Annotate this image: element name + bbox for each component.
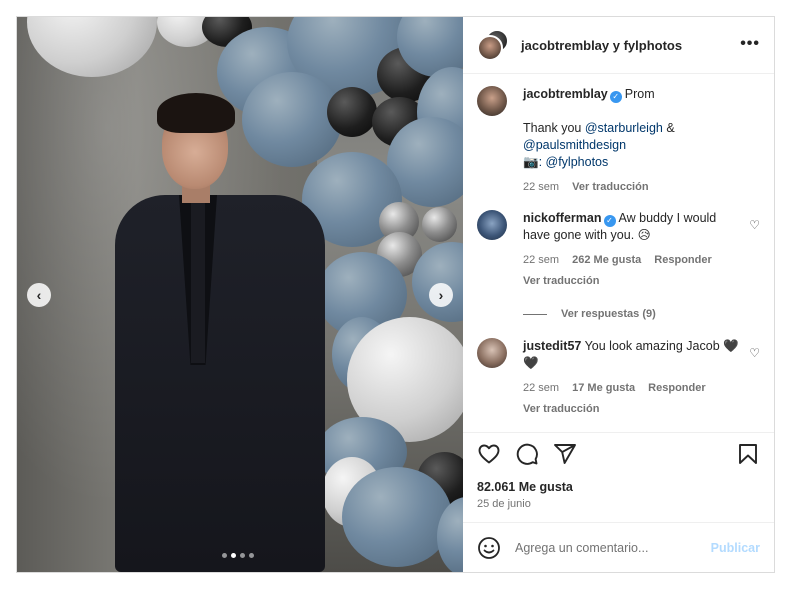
avatar[interactable] (477, 338, 507, 368)
carousel-next-button[interactable]: › (429, 283, 453, 307)
comment-time[interactable]: 22 sem (523, 382, 559, 394)
carousel-dot (249, 553, 254, 558)
post-side-panel: jacobtremblay y fylphotos ••• jacobtremb… (463, 17, 774, 572)
post-card: ‹ › jacobtremblay y fylphotos ••• jacobt… (16, 16, 775, 573)
comment-likes[interactable]: 17 Me gusta (572, 382, 635, 394)
suit (115, 195, 325, 572)
comment-icon[interactable] (515, 442, 539, 466)
heart-icon[interactable] (477, 442, 501, 466)
carousel-dots (222, 553, 254, 558)
comment-username[interactable]: justedit57 (523, 339, 581, 353)
view-replies-button[interactable]: Ver respuestas (9) (523, 308, 760, 320)
chevron-right-icon: › (438, 287, 444, 303)
replies-divider (523, 313, 547, 315)
more-horizontal-icon[interactable]: ••• (740, 35, 760, 53)
caption: jacobtremblay ✓ Prom Thank you @starburlei… (477, 86, 760, 196)
translate-link[interactable]: Ver traducción (523, 273, 743, 290)
comment-like-heart-icon[interactable]: ♡ (749, 346, 760, 360)
tie (191, 203, 205, 363)
carousel-prev-button[interactable]: ‹ (27, 283, 51, 307)
balloon (422, 207, 457, 242)
verified-badge-icon: ✓ (603, 215, 616, 227)
hair (157, 93, 235, 133)
caption-text: Thank you (523, 121, 585, 135)
carousel-dot (222, 553, 227, 558)
reply-button[interactable]: Responder (648, 382, 705, 394)
share-icon[interactable] (553, 442, 577, 466)
avatar (477, 35, 503, 61)
balloon (327, 87, 377, 137)
balloon (342, 467, 452, 567)
comment-input[interactable] (513, 539, 697, 556)
translate-link[interactable]: Ver traducción (572, 181, 648, 193)
caption-text: & (662, 121, 675, 135)
photo-subject (107, 87, 327, 572)
verified-badge-icon: ✓ (609, 91, 622, 103)
avatar[interactable] (477, 210, 507, 240)
translate-link[interactable]: Ver traducción (523, 401, 743, 418)
mention-link[interactable]: : @fylphotos (539, 155, 609, 169)
mention-link[interactable]: @starburleigh (585, 121, 663, 135)
publish-button[interactable]: Publicar (711, 541, 760, 555)
bookmark-icon[interactable] (736, 442, 760, 466)
post-header: jacobtremblay y fylphotos ••• (463, 17, 774, 74)
emoji-icon[interactable] (477, 536, 501, 560)
likes-count[interactable]: 82.061 Me gusta (463, 474, 774, 494)
comment: nickofferman ✓ Aw buddy I would have gone … (477, 210, 760, 290)
camera-emoji: 📷 (523, 155, 539, 169)
comment-likes[interactable]: 262 Me gusta (572, 254, 641, 266)
collab-avatars[interactable] (477, 29, 509, 61)
caption-text: Prom (624, 87, 655, 101)
comment-time[interactable]: 22 sem (523, 181, 559, 193)
post-date: 25 de junio (477, 498, 531, 510)
post-photo[interactable]: ‹ › (17, 17, 463, 572)
mention-link[interactable]: @paulsmithdesign (523, 138, 626, 152)
caption-username[interactable]: jacobtremblay (523, 87, 608, 101)
post-author-names[interactable]: jacobtremblay y fylphotos (521, 38, 682, 53)
chevron-left-icon: ‹ (36, 287, 42, 303)
view-replies-label: Ver respuestas (9) (561, 308, 656, 320)
comment-username[interactable]: nickofferman (523, 211, 602, 225)
comment-composer: Publicar (463, 522, 774, 572)
reply-button[interactable]: Responder (654, 254, 711, 266)
comments-list: jacobtremblay ✓ Prom Thank you @starburlei… (463, 74, 774, 432)
carousel-dot-active (231, 553, 236, 558)
carousel-dot (240, 553, 245, 558)
comment: justedit57 You look amazing Jacob 🖤🖤 22 … (477, 338, 760, 418)
comment-time[interactable]: 22 sem (523, 254, 559, 266)
avatar[interactable] (477, 86, 507, 116)
comment-like-heart-icon[interactable]: ♡ (749, 218, 760, 232)
post-actions (463, 432, 774, 474)
